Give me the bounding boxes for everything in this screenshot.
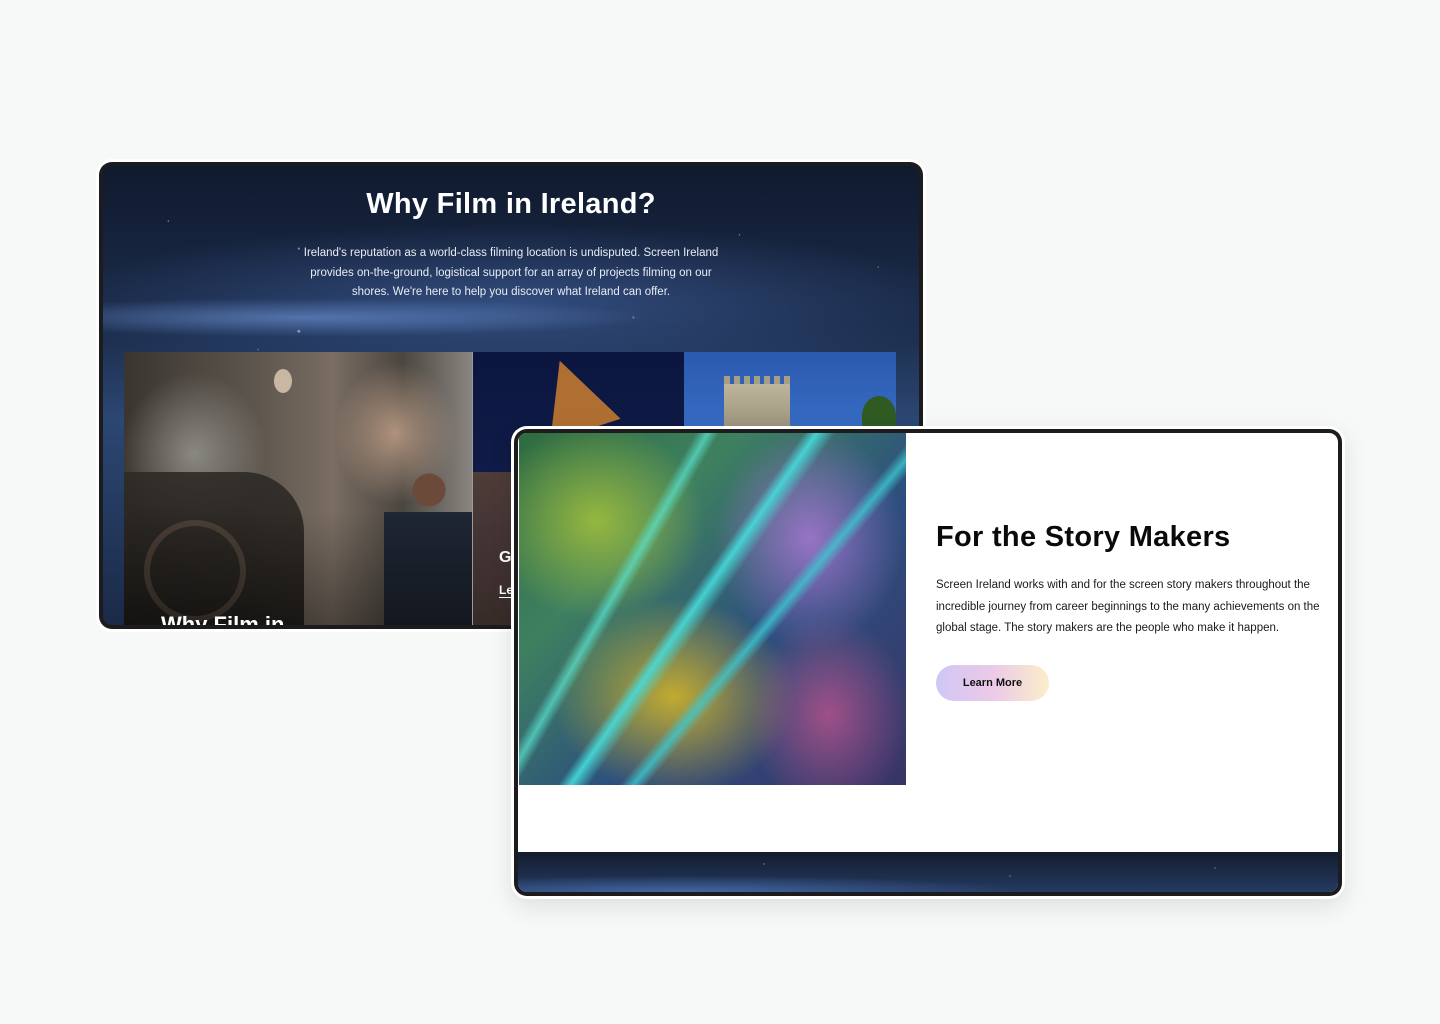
section-title: Why Film in Ireland? xyxy=(366,188,656,220)
tile-title: G xyxy=(499,549,512,566)
front-device-bezel: For the Story Makers Screen Ireland work… xyxy=(514,429,1342,896)
front-device-screen: For the Story Makers Screen Ireland work… xyxy=(511,426,1345,899)
section-title: For the Story Makers xyxy=(936,521,1231,553)
learn-more-button[interactable]: Learn More xyxy=(936,665,1049,701)
tile-why-film[interactable]: Why Film in xyxy=(124,352,473,625)
abstract-hero-image xyxy=(519,433,906,785)
starfield-footer-strip xyxy=(518,852,1338,892)
story-makers-section: For the Story Makers Screen Ireland work… xyxy=(518,433,1338,892)
tile-overlay xyxy=(124,352,472,625)
tile-title: Why Film in xyxy=(161,612,285,625)
section-description: Ireland's reputation as a world-class fi… xyxy=(303,247,719,298)
section-description: Screen Ireland works with and for the sc… xyxy=(936,579,1320,634)
